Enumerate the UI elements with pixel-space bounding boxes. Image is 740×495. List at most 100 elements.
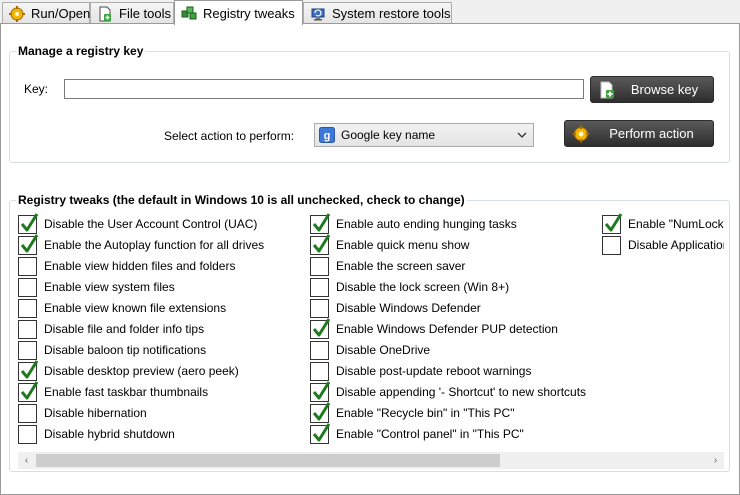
tab-label: Registry tweaks: [203, 5, 295, 21]
checkbox-label: Disable hybrid shutdown: [44, 427, 175, 441]
tab-label: Run/Open: [31, 6, 91, 21]
tweaks-list: Disable the User Account Control (UAC) En…: [16, 210, 724, 450]
checkbox[interactable]: [310, 422, 330, 444]
checkmark-icon: [312, 233, 330, 252]
tweak-checkbox-item[interactable]: Enable quick menu show: [310, 233, 469, 255]
tweak-checkbox-item[interactable]: Enable view system files: [18, 277, 175, 297]
checkbox-label: Disable desktop preview (aero peek): [44, 364, 239, 378]
chevron-right-icon[interactable]: ›: [707, 452, 724, 469]
checkbox-label: Disable hibernation: [44, 406, 147, 420]
tab-registry-tweaks[interactable]: Registry tweaks: [174, 0, 303, 25]
tab-file-tools[interactable]: File tools: [90, 2, 174, 24]
horizontal-scrollbar[interactable]: ‹ ›: [18, 452, 724, 469]
tab-label: System restore tools: [332, 6, 451, 21]
checkmark-icon: [312, 212, 330, 231]
checkbox-label: Enable the screen saver: [336, 259, 466, 273]
checkbox-label: Enable "Recycle bin" in "This PC": [336, 406, 515, 420]
checkbox[interactable]: [310, 298, 329, 318]
checkbox[interactable]: [18, 298, 37, 318]
tweak-checkbox-item[interactable]: Enable view hidden files and folders: [18, 256, 235, 276]
checkbox-label: Disable appending '- Shortcut' to new sh…: [336, 385, 587, 399]
tweak-checkbox-item[interactable]: Enable "Control panel" in "This PC": [310, 422, 524, 444]
checkbox[interactable]: [18, 319, 37, 339]
checkbox[interactable]: [310, 212, 330, 234]
file-add-icon: [97, 6, 113, 22]
perform-action-button[interactable]: Perform action: [564, 120, 714, 147]
checkbox[interactable]: [310, 233, 330, 255]
checkbox[interactable]: [18, 233, 38, 255]
checkbox[interactable]: [310, 256, 329, 276]
tweak-checkbox-item[interactable]: Disable the lock screen (Win 8+): [310, 277, 509, 297]
tweak-checkbox-item[interactable]: Disable hybrid shutdown: [18, 424, 175, 444]
checkbox-label: Enable fast taskbar thumbnails: [44, 385, 209, 399]
checkbox-label: Enable the Autoplay function for all dri…: [44, 238, 265, 252]
tweak-checkbox-item[interactable]: Disable appending '- Shortcut' to new sh…: [310, 380, 587, 402]
action-select[interactable]: g Google key name: [314, 123, 534, 147]
tweak-checkbox-item[interactable]: Disable Application Telemetry: [602, 235, 724, 255]
tweak-checkbox-item[interactable]: Disable hibernation: [18, 403, 147, 423]
checkbox[interactable]: [18, 403, 37, 423]
checkbox[interactable]: [310, 380, 330, 402]
key-input[interactable]: [64, 79, 584, 99]
scrollbar-thumb[interactable]: [36, 454, 500, 467]
checkbox[interactable]: [18, 256, 37, 276]
checkbox-label: Disable the lock screen (Win 8+): [336, 280, 510, 294]
tweak-checkbox-item[interactable]: Disable the User Account Control (UAC): [18, 212, 258, 234]
checkbox[interactable]: [18, 380, 38, 402]
checkbox-label: Disable post-update reboot warnings: [336, 364, 532, 378]
group-title: Manage a registry key: [16, 44, 146, 58]
browse-key-label: Browse key: [630, 82, 699, 97]
checkmark-icon: [312, 401, 330, 420]
chevron-down-icon: [517, 129, 527, 139]
checkbox[interactable]: [310, 277, 329, 297]
checkbox-label: Enable Windows Defender PUP detection: [336, 322, 558, 336]
tab-system-restore-tools[interactable]: System restore tools: [303, 2, 452, 24]
checkmark-icon: [20, 359, 38, 378]
tweak-checkbox-item[interactable]: Enable Windows Defender PUP detection: [310, 317, 558, 339]
checkbox[interactable]: [18, 277, 37, 297]
registry-cubes-icon: [181, 5, 197, 21]
checkbox-label: Disable the User Account Control (UAC): [44, 217, 258, 231]
checkbox-label: Disable Windows Defender: [336, 301, 481, 315]
checkbox-label: Disable baloon tip notifications: [44, 343, 207, 357]
checkbox[interactable]: [18, 424, 37, 444]
checkbox-label: Enable auto ending hunging tasks: [336, 217, 517, 231]
checkbox[interactable]: [602, 212, 622, 234]
checkbox[interactable]: [310, 317, 330, 339]
checkbox[interactable]: [310, 361, 329, 381]
gear-icon: [572, 125, 590, 143]
tweak-checkbox-item[interactable]: Enable the screen saver: [310, 256, 465, 276]
perform-action-label: Perform action: [609, 126, 694, 141]
checkbox-label: Disable OneDrive: [336, 343, 431, 357]
checkbox[interactable]: [18, 340, 37, 360]
action-label: Select action to perform:: [164, 129, 295, 143]
tweak-checkbox-item[interactable]: Disable file and folder info tips: [18, 319, 204, 339]
checkmark-icon: [312, 380, 330, 399]
tweak-checkbox-item[interactable]: Disable baloon tip notifications: [18, 340, 206, 360]
tweak-checkbox-item[interactable]: Disable Windows Defender: [310, 298, 481, 318]
checkbox-label: Disable Application Telemetry: [628, 238, 724, 252]
checkbox[interactable]: [602, 235, 621, 255]
group-title: Registry tweaks (the default in Windows …: [16, 193, 467, 207]
checkbox[interactable]: [18, 359, 38, 381]
tweak-checkbox-item[interactable]: Disable desktop preview (aero peek): [18, 359, 239, 381]
browse-key-button[interactable]: Browse key: [590, 76, 714, 103]
key-label: Key:: [24, 82, 49, 96]
checkbox[interactable]: [310, 401, 330, 423]
tweak-checkbox-item[interactable]: Disable OneDrive: [310, 340, 430, 360]
chevron-left-icon[interactable]: ‹: [18, 452, 35, 469]
tweak-checkbox-item[interactable]: Disable post-update reboot warnings: [310, 361, 531, 381]
tweak-checkbox-item[interactable]: Enable view known file extensions: [18, 298, 226, 318]
tweak-checkbox-item[interactable]: Enable "NumLock" on logon: [602, 212, 724, 234]
tweak-checkbox-item[interactable]: Enable auto ending hunging tasks: [310, 212, 517, 234]
tweak-checkbox-item[interactable]: Enable fast taskbar thumbnails: [18, 380, 209, 402]
tweak-checkbox-item[interactable]: Enable the Autoplay function for all dri…: [18, 233, 265, 255]
checkbox[interactable]: [18, 212, 38, 234]
checkmark-icon: [20, 380, 38, 399]
tab-run-open[interactable]: Run/Open: [2, 2, 90, 24]
file-add-icon: [598, 81, 616, 99]
checkbox[interactable]: [310, 340, 329, 360]
checkbox-label: Enable "Control panel" in "This PC": [336, 427, 524, 441]
checkbox-label: Enable view hidden files and folders: [44, 259, 236, 273]
tweak-checkbox-item[interactable]: Enable "Recycle bin" in "This PC": [310, 401, 515, 423]
